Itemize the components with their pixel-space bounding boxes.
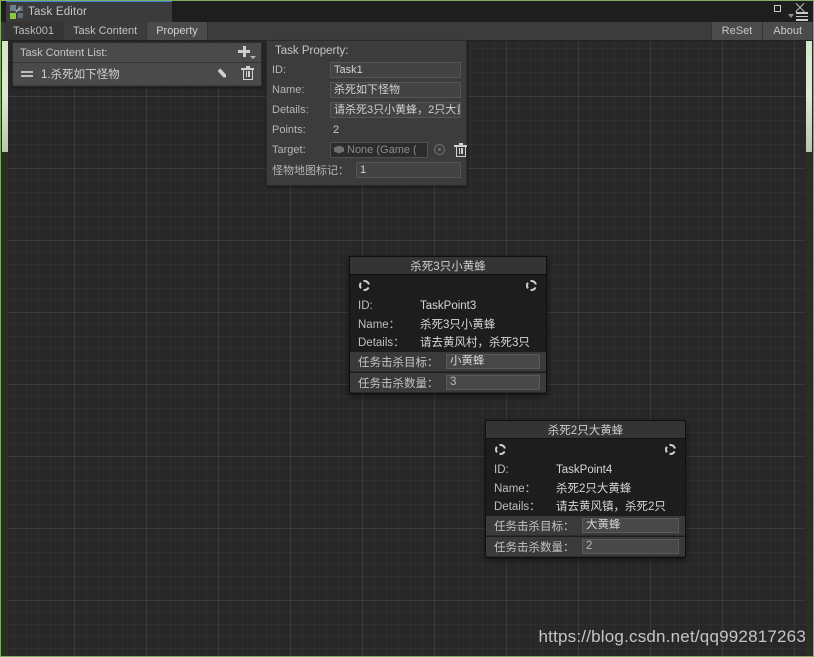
node-label-details: Details： bbox=[358, 337, 405, 349]
property-row-target: Target: None (Game ( bbox=[272, 141, 467, 158]
kill-count-input[interactable]: 2 bbox=[582, 539, 679, 554]
property-label-details: Details: bbox=[272, 103, 309, 116]
pencil-icon[interactable] bbox=[218, 66, 232, 80]
task-content-list-panel: Task Content List: 1.杀死如下怪物 bbox=[12, 42, 262, 87]
property-row-points: Points: 2 bbox=[272, 121, 461, 138]
connector-port-icon[interactable] bbox=[526, 280, 537, 291]
node-label-id: ID: bbox=[358, 300, 373, 312]
node-field-kill-target: 任务击杀目标： 大黄蜂 bbox=[486, 516, 685, 536]
tab-property[interactable]: Property bbox=[147, 22, 208, 40]
tab-task-content[interactable]: Task Content bbox=[63, 22, 148, 40]
node-field-kill-count: 任务击杀数量： 2 bbox=[486, 537, 685, 557]
node-field-kill-target: 任务击杀目标： 小黄蜂 bbox=[350, 352, 546, 372]
window-title-tab[interactable]: Task Editor bbox=[6, 0, 172, 22]
right-scrollbar[interactable] bbox=[806, 22, 812, 657]
node-ports bbox=[486, 439, 685, 461]
task-editor-window: Task Editor Task001 Task Content Propert… bbox=[0, 0, 814, 657]
node-value-id: TaskPoint3 bbox=[420, 300, 477, 312]
node-row-id: ID: TaskPoint4 bbox=[486, 461, 685, 479]
right-scrollbar-thumb[interactable] bbox=[806, 22, 812, 152]
node-label-name: Name： bbox=[358, 319, 401, 331]
watermark: https://blog.csdn.net/qq992817263 bbox=[538, 627, 806, 646]
window-title: Task Editor bbox=[28, 6, 88, 18]
task-point-node[interactable]: 杀死3只小黄蜂 ID: TaskPoint3 Name： 杀死3只小黄蜂 Det… bbox=[349, 256, 547, 394]
tab-task001[interactable]: Task001 bbox=[4, 22, 64, 40]
about-button[interactable]: About bbox=[762, 22, 812, 40]
node-row-name: Name： 杀死2只大黄蜂 bbox=[486, 479, 685, 497]
kill-target-input[interactable]: 小黄蜂 bbox=[446, 354, 540, 369]
toolbar-buttons: ReSet About bbox=[710, 22, 812, 40]
node-value-details: 请去黄风镇，杀死2只 bbox=[556, 501, 666, 513]
left-scrollbar[interactable] bbox=[2, 22, 8, 657]
node-ports bbox=[350, 275, 546, 297]
task-property-title: Task Property: bbox=[275, 45, 349, 57]
points-value: 2 bbox=[333, 123, 340, 136]
node-value-id: TaskPoint4 bbox=[556, 464, 613, 476]
property-label-id: ID: bbox=[272, 63, 287, 76]
property-row-id: ID: Task1 bbox=[272, 61, 461, 78]
node-value-name: 杀死3只小黄蜂 bbox=[420, 319, 496, 331]
node-field-label-kill-target: 任务击杀目标： bbox=[494, 520, 575, 533]
cube-icon bbox=[334, 145, 344, 155]
node-row-details: Details： 请去黄风村，杀死3只 bbox=[350, 333, 546, 351]
connector-port-icon[interactable] bbox=[495, 444, 506, 455]
task-content-list-title: Task Content List: bbox=[20, 46, 108, 59]
node-label-id: ID: bbox=[494, 464, 509, 476]
list-item[interactable]: 1.杀死如下怪物 bbox=[13, 63, 261, 86]
node-field-label-kill-count: 任务击杀数量： bbox=[494, 541, 575, 554]
connector-port-icon[interactable] bbox=[665, 444, 676, 455]
target-picker-icon[interactable] bbox=[434, 144, 445, 155]
property-row-details: Details: 请杀死3只小黄蜂，2只大黄 bbox=[272, 101, 461, 118]
list-item-actions bbox=[218, 66, 254, 80]
trash-icon[interactable] bbox=[454, 142, 467, 157]
node-field-kill-count: 任务击杀数量： 3 bbox=[350, 373, 546, 393]
list-item-label: 1.杀死如下怪物 bbox=[41, 69, 120, 81]
kill-count-input[interactable]: 3 bbox=[446, 375, 540, 390]
drag-handle-icon[interactable] bbox=[21, 71, 33, 77]
node-row-id: ID: TaskPoint3 bbox=[350, 297, 546, 315]
node-title[interactable]: 杀死3只小黄蜂 bbox=[350, 257, 546, 275]
property-label-points: Points: bbox=[272, 123, 306, 136]
add-task-content-button[interactable] bbox=[238, 45, 256, 60]
property-label-map-marker: 怪物地图标记： bbox=[272, 164, 349, 177]
editor-toolbar: Task001 Task Content Property ReSet Abou… bbox=[0, 22, 814, 41]
property-row-map-marker: 怪物地图标记： 1 bbox=[272, 161, 461, 178]
node-value-details: 请去黄风村，杀死3只 bbox=[420, 337, 530, 349]
property-label-name: Name: bbox=[272, 83, 305, 96]
node-value-name: 杀死2只大黄蜂 bbox=[556, 483, 632, 495]
map-marker-field[interactable]: 1 bbox=[356, 161, 461, 178]
reset-button[interactable]: ReSet bbox=[710, 22, 763, 40]
id-field[interactable]: Task1 bbox=[330, 61, 461, 78]
hamburger-menu-icon bbox=[796, 12, 808, 21]
chevron-down-icon bbox=[788, 14, 794, 19]
name-field[interactable]: 杀死如下怪物 bbox=[330, 81, 461, 98]
node-row-name: Name： 杀死3只小黄蜂 bbox=[350, 315, 546, 333]
target-object-value: None (Game ( bbox=[347, 143, 417, 156]
node-field-label-kill-count: 任务击杀数量： bbox=[358, 377, 439, 390]
property-label-target: Target: bbox=[272, 143, 306, 156]
task-content-list-header: Task Content List: bbox=[13, 43, 261, 63]
kill-target-input[interactable]: 大黄蜂 bbox=[582, 518, 679, 533]
node-label-name: Name： bbox=[494, 483, 537, 495]
window-titlebar: Task Editor bbox=[0, 0, 814, 22]
unity-script-icon bbox=[10, 5, 24, 19]
node-title[interactable]: 杀死2只大黄蜂 bbox=[486, 421, 685, 439]
node-field-label-kill-target: 任务击杀目标： bbox=[358, 356, 439, 369]
task-property-panel: Task Property: ID: Task1 Name: 杀死如下怪物 De… bbox=[266, 40, 467, 186]
node-row-details: Details： 请去黄风镇，杀死2只 bbox=[486, 497, 685, 515]
details-field[interactable]: 请杀死3只小黄蜂，2只大黄 bbox=[330, 101, 461, 118]
maximize-icon[interactable] bbox=[772, 2, 784, 14]
trash-icon[interactable] bbox=[241, 66, 254, 80]
node-label-details: Details： bbox=[494, 501, 541, 513]
property-row-name: Name: 杀死如下怪物 bbox=[272, 81, 461, 98]
target-object-field[interactable]: None (Game ( bbox=[330, 141, 428, 158]
window-menu-button[interactable] bbox=[788, 12, 808, 21]
task-point-node[interactable]: 杀死2只大黄蜂 ID: TaskPoint4 Name： 杀死2只大黄蜂 Det… bbox=[485, 420, 686, 558]
toolbar-tabs: Task001 Task Content Property bbox=[4, 22, 208, 40]
connector-port-icon[interactable] bbox=[359, 280, 370, 291]
left-scrollbar-thumb[interactable] bbox=[2, 22, 8, 152]
